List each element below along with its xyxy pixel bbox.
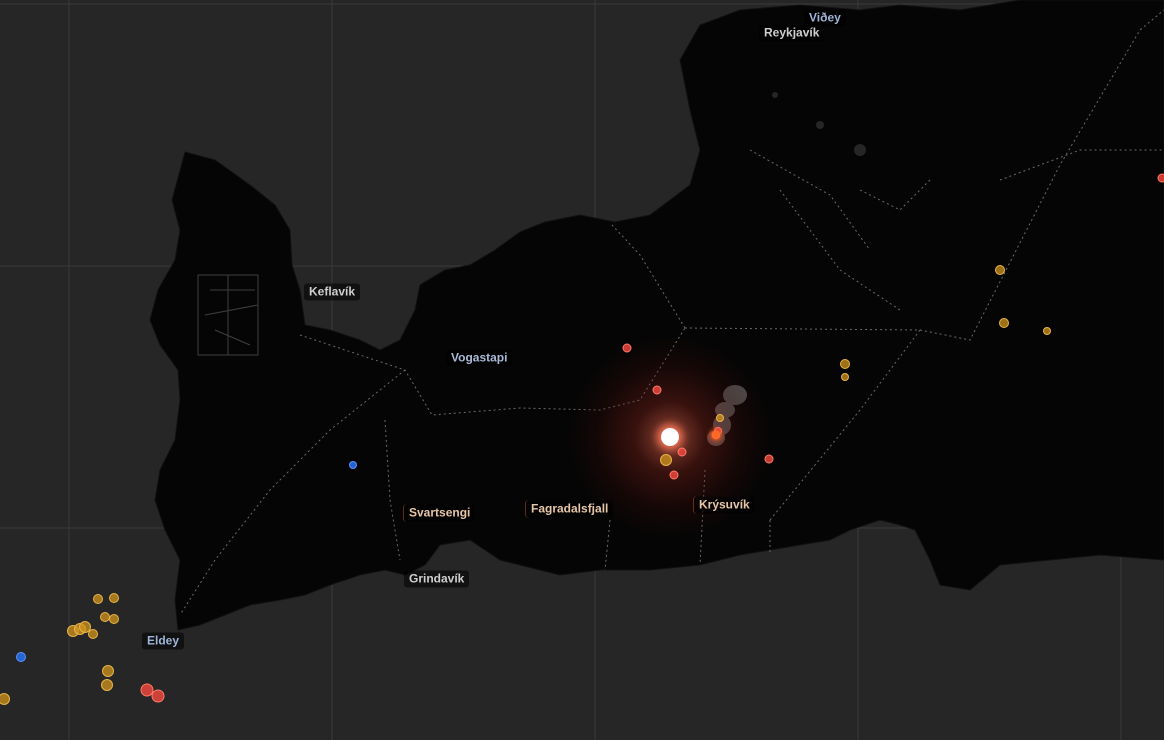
place-label-svartsengi[interactable]: Svartsengi	[404, 504, 476, 522]
place-label-grindavik[interactable]: Grindavík	[404, 570, 470, 588]
earthquake-marker-icon[interactable]	[716, 414, 724, 422]
place-label-fagradalsfjall[interactable]: Fagradalsfjall	[526, 500, 614, 518]
earthquake-marker-icon[interactable]	[677, 447, 687, 457]
earthquake-marker-icon[interactable]	[660, 454, 672, 466]
earthquake-marker-icon[interactable]	[88, 629, 98, 639]
place-label-vogastapi[interactable]: Vogastapi	[446, 349, 513, 367]
place-label-keflavik[interactable]: Keflavík	[304, 283, 361, 301]
earthquake-marker-icon[interactable]	[995, 265, 1005, 275]
earthquake-marker-icon[interactable]	[1157, 173, 1164, 183]
earthquake-marker-icon[interactable]	[349, 461, 357, 469]
earthquake-marker-icon[interactable]	[840, 359, 850, 369]
earthquake-marker-icon[interactable]	[93, 594, 103, 604]
place-label-reykjavik[interactable]: Reykjavík	[759, 24, 825, 42]
earthquake-marker-icon[interactable]	[101, 679, 113, 691]
map-base	[0, 0, 1164, 740]
place-label-eldey[interactable]: Eldey	[142, 632, 185, 650]
earthquake-marker-icon[interactable]	[102, 665, 114, 677]
landmass	[149, 0, 1164, 631]
eruption-site-icon[interactable]	[661, 428, 679, 446]
earthquake-marker-icon[interactable]	[109, 614, 119, 624]
earthquake-marker-icon[interactable]	[622, 343, 632, 353]
earthquake-marker-icon[interactable]	[109, 593, 119, 603]
lava-flow-icon	[711, 430, 721, 440]
earthquake-marker-icon[interactable]	[841, 373, 849, 381]
earthquake-marker-icon[interactable]	[652, 385, 662, 395]
map-view[interactable]: Viðey Reykjavík Keflavík Vogastapi Svart…	[0, 0, 1164, 740]
earthquake-marker-icon[interactable]	[999, 318, 1009, 328]
earthquake-marker-icon[interactable]	[669, 470, 679, 480]
earthquake-marker-icon[interactable]	[1043, 327, 1051, 335]
earthquake-marker-icon[interactable]	[764, 454, 774, 464]
earthquake-marker-icon[interactable]	[16, 652, 26, 662]
place-label-krysuvik[interactable]: Krýsuvík	[694, 496, 755, 514]
earthquake-marker-icon[interactable]	[151, 689, 165, 703]
